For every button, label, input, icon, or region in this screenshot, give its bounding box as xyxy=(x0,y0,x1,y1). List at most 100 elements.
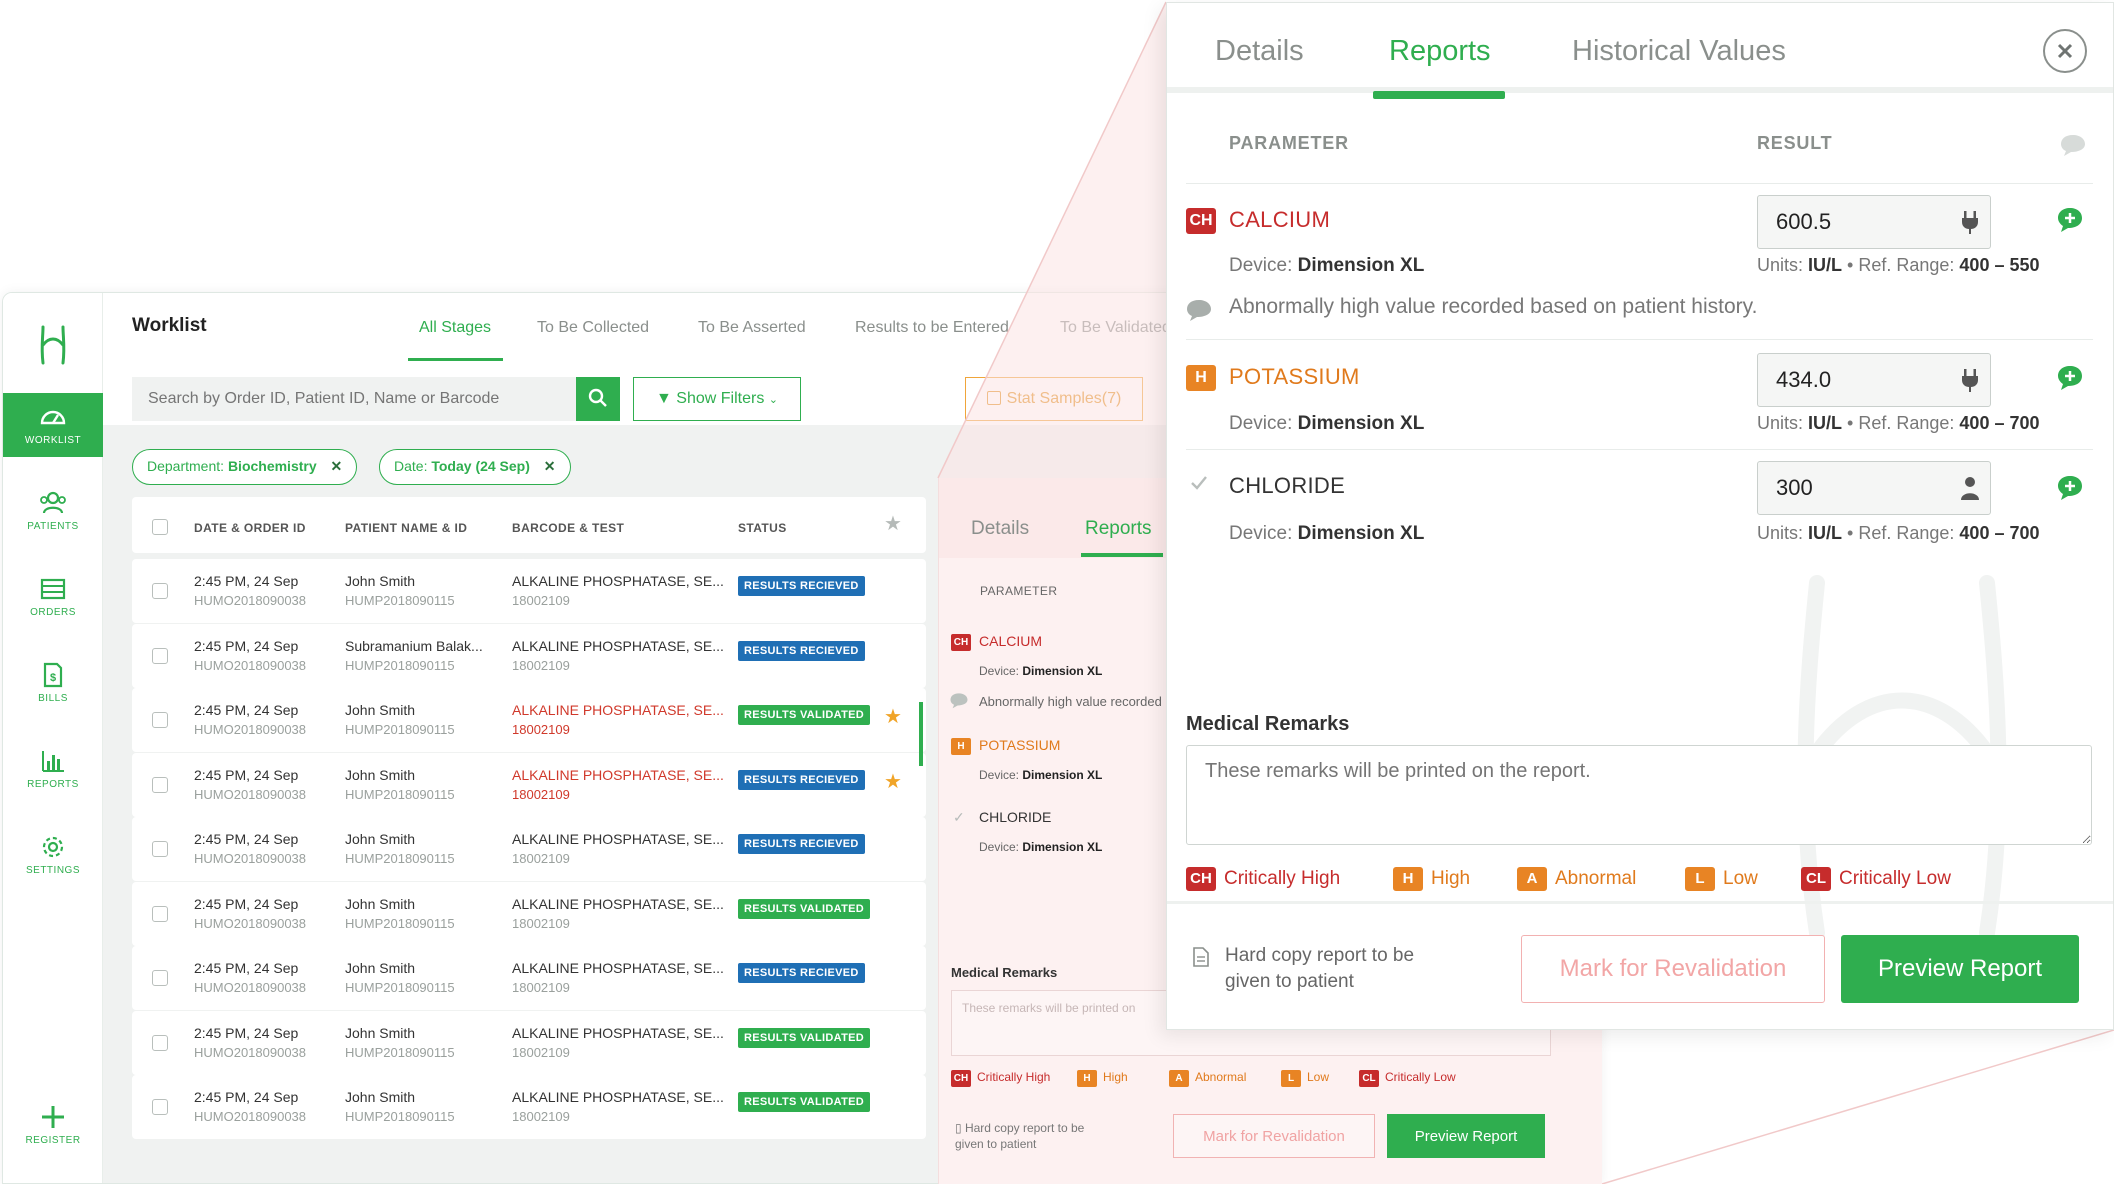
order-date: 2:45 PM, 24 Sep xyxy=(194,637,299,654)
order-id: HUMO2018090038 xyxy=(194,786,307,802)
medical-remarks-textarea[interactable] xyxy=(1186,745,2092,845)
table-row[interactable]: 2:45 PM, 24 Sep HUMO2018090038 John Smith H… xyxy=(132,946,926,1010)
test-name: ALKALINE PHOSPHATASE, SE... xyxy=(512,637,724,654)
sidebar-item-orders[interactable]: ORDERS xyxy=(3,565,103,629)
patient-name: John Smith xyxy=(345,766,416,783)
chip-label: Department: xyxy=(147,458,225,474)
table-row[interactable]: 2:45 PM, 24 Sep HUMO2018090038 John Smith H… xyxy=(132,881,926,946)
mark-for-revalidation-button[interactable]: Mark for Revalidation xyxy=(1521,935,1825,1003)
star-icon[interactable]: ★ xyxy=(884,769,902,794)
chip-value: Biochemistry xyxy=(227,458,317,474)
tab-to-be-collected[interactable]: To Be Collected xyxy=(537,319,649,337)
sidebar-item-label: BILLS xyxy=(38,693,68,704)
search-button[interactable] xyxy=(576,377,620,421)
stat-samples-button[interactable]: Stat Samples(7) xyxy=(965,377,1143,421)
chat-icon xyxy=(950,693,968,709)
tab-all-stages[interactable]: All Stages xyxy=(419,319,491,337)
tab-to-be-validated[interactable]: To Be Validated xyxy=(1060,319,1171,337)
close-icon[interactable]: ✕ xyxy=(331,458,343,474)
test-name: ALKALINE PHOSPHATASE, SE... xyxy=(512,960,724,976)
order-id: HUMO2018090038 xyxy=(194,851,307,866)
tab-to-be-asserted[interactable]: To Be Asserted xyxy=(698,319,806,337)
sidebar-item-settings[interactable]: SETTINGS xyxy=(3,823,103,887)
param-device: Device: Dimension XL xyxy=(1229,255,1424,277)
bill-icon: $ xyxy=(43,662,63,688)
table-row[interactable]: 2:45 PM, 24 Sep HUMO2018090038 John Smith H… xyxy=(132,688,926,752)
sidebar-item-worklist[interactable]: WORKLIST xyxy=(3,393,103,457)
patient-id: HUMP2018090115 xyxy=(345,1109,455,1124)
chip-value: Today (24 Sep) xyxy=(431,458,530,474)
add-comment-icon[interactable] xyxy=(2057,365,2083,391)
test-name: ALKALINE PHOSPHATASE, SE... xyxy=(512,1089,724,1105)
report-panel-tabs: Details Reports Historical Values xyxy=(1167,3,2113,93)
tab-historical-values[interactable]: Historical Values xyxy=(1572,35,1786,68)
tab-reports[interactable]: Reports xyxy=(1389,35,1491,68)
mini-preview-report-button[interactable]: Preview Report xyxy=(1387,1114,1545,1158)
close-icon[interactable]: ✕ xyxy=(544,458,556,474)
row-checkbox[interactable] xyxy=(152,776,168,793)
legend-label: Low xyxy=(1723,868,1758,890)
status-badge: RESULTS RECIEVED xyxy=(738,576,865,596)
table-header: DATE & ORDER ID PATIENT NAME & ID BARCOD… xyxy=(132,497,926,553)
table-row[interactable]: 2:45 PM, 24 Sep HUMO2018090038 John Smith H… xyxy=(132,1075,926,1139)
tab-details[interactable]: Details xyxy=(1215,35,1304,68)
row-checkbox[interactable] xyxy=(152,1034,168,1051)
preview-report-button[interactable]: Preview Report xyxy=(1841,935,2079,1003)
row-checkbox[interactable] xyxy=(152,970,168,986)
legend-high: H High xyxy=(1393,867,1470,891)
result-input-chloride[interactable] xyxy=(1757,461,1991,515)
patient-id: HUMP2018090115 xyxy=(345,851,455,866)
order-id: HUMO2018090038 xyxy=(194,980,307,995)
search-input[interactable] xyxy=(132,377,576,421)
close-panel-button[interactable] xyxy=(2043,29,2087,73)
sidebar-item-register[interactable]: REGISTER xyxy=(3,1093,103,1157)
mini-tab-details[interactable]: Details xyxy=(971,518,1029,540)
row-checkbox[interactable] xyxy=(152,905,168,922)
row-checkbox[interactable] xyxy=(152,647,168,664)
sidebar-item-reports[interactable]: REPORTS xyxy=(3,737,103,801)
row-checkbox[interactable] xyxy=(152,1099,168,1115)
patient-id: HUMP2018090115 xyxy=(345,915,455,931)
param-name-potassium: POTASSIUM xyxy=(1229,364,1360,389)
legend-critically-high: CH Critically High xyxy=(1186,867,1340,891)
sidebar-item-bills[interactable]: $ BILLS xyxy=(3,651,103,715)
hard-copy-option[interactable]: Hard copy report to be given to patient xyxy=(1225,943,1445,995)
star-icon[interactable]: ★ xyxy=(884,511,902,536)
high-tag: H xyxy=(1393,867,1423,891)
stat-samples-label: Stat Samples(7) xyxy=(1006,390,1122,407)
row-checkbox[interactable] xyxy=(152,841,168,857)
status-badge: RESULTS RECIEVED xyxy=(738,769,865,790)
comment-icon[interactable] xyxy=(2059,133,2087,157)
row-checkbox[interactable] xyxy=(152,712,168,728)
table-row[interactable]: 2:45 PM, 24 Sep HUMO2018090038 John Smith H… xyxy=(132,752,926,817)
mini-hard-copy-option[interactable]: ▯ Hard copy report to be given to patien… xyxy=(955,1120,1115,1152)
table-row[interactable]: 2:45 PM, 24 Sep HUMO2018090038 John Smith H… xyxy=(132,817,926,881)
row-checkbox[interactable] xyxy=(152,583,168,599)
add-comment-icon[interactable] xyxy=(2057,207,2083,233)
filter-chip-department[interactable]: Department: Biochemistry ✕ xyxy=(132,449,358,485)
table-row[interactable]: 2:45 PM, 24 Sep HUMO2018090038 John Smith H… xyxy=(132,1010,926,1075)
barcode: 18002109 xyxy=(512,1044,570,1060)
device-label: Device: xyxy=(1229,523,1293,544)
units-value: IU/L xyxy=(1808,413,1843,433)
legend-label: Low xyxy=(1307,1070,1330,1084)
table-row[interactable]: 2:45 PM, 24 Sep HUMO2018090038 John Smith H… xyxy=(132,559,926,623)
mini-legend-critically-low: CL Critically Low xyxy=(1359,1070,1456,1087)
mini-mark-revalidation-button[interactable]: Mark for Revalidation xyxy=(1173,1114,1375,1158)
sidebar-item-patients[interactable]: PATIENTS xyxy=(3,479,103,543)
table-row[interactable]: 2:45 PM, 24 Sep HUMO2018090038 Subramanium… xyxy=(132,623,926,688)
patient-id: HUMP2018090115 xyxy=(345,722,455,737)
mini-tab-reports[interactable]: Reports xyxy=(1085,518,1152,540)
result-input-potassium[interactable] xyxy=(1757,353,1991,407)
units-value: IU/L xyxy=(1808,255,1843,275)
tab-results-to-be-entered[interactable]: Results to be Entered xyxy=(855,319,1009,337)
star-icon[interactable]: ★ xyxy=(884,704,902,729)
show-filters-button[interactable]: ▼ Show Filters ⌄ xyxy=(633,377,801,421)
filter-chip-date[interactable]: Date: Today (24 Sep) ✕ xyxy=(379,449,571,485)
barcode: 18002109 xyxy=(512,980,570,995)
select-all-checkbox[interactable] xyxy=(152,519,168,535)
result-input-calcium[interactable] xyxy=(1757,195,1991,249)
add-comment-icon[interactable] xyxy=(2057,475,2083,501)
mini-param-device: Device: Dimension XL xyxy=(979,840,1102,854)
sidebar-item-label: WORKLIST xyxy=(24,435,82,446)
